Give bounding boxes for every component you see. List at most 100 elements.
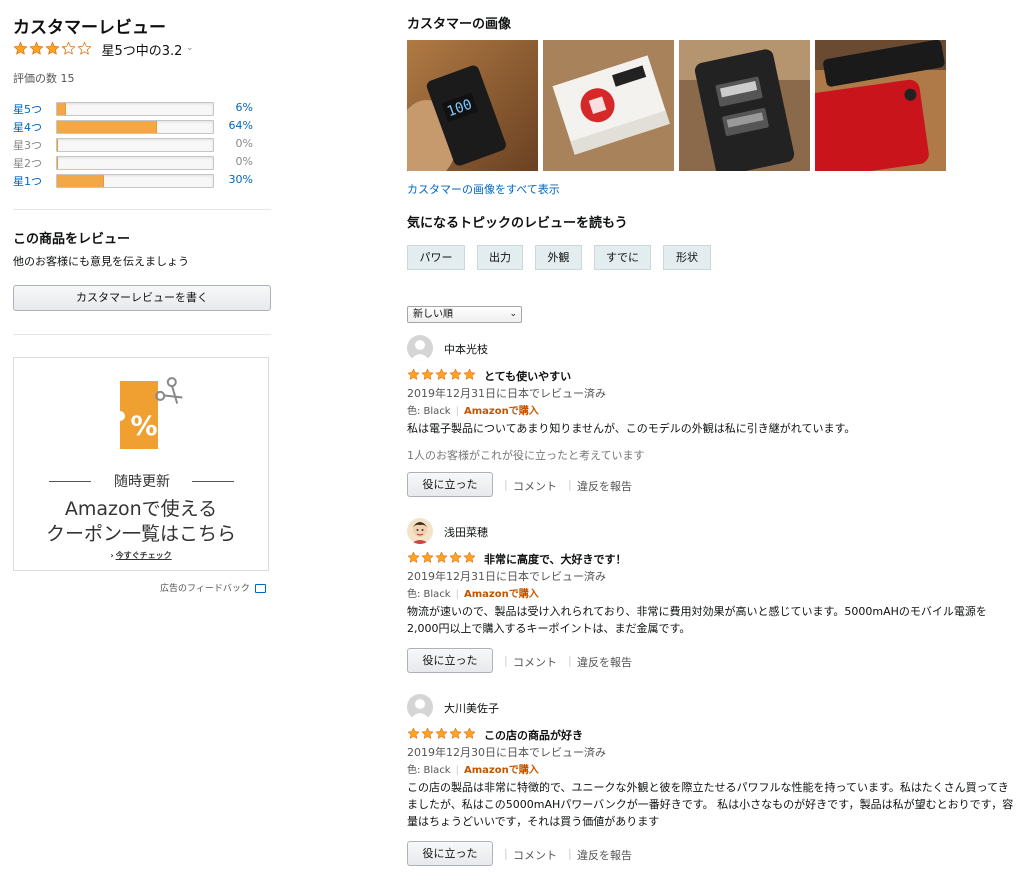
variant-color: 色: Black (407, 406, 451, 417)
histogram-label: 星2つ (13, 157, 42, 170)
star-icon (463, 551, 476, 563)
ad-feedback-link[interactable]: 広告のフィードバック (160, 581, 266, 594)
histogram-bar (56, 138, 214, 152)
review-this-product-heading: この商品をレビュー (13, 232, 131, 247)
star-icon (421, 727, 434, 739)
histogram-bar[interactable] (56, 174, 214, 188)
comment-link[interactable]: コメント (513, 654, 557, 670)
star-icon (29, 41, 44, 55)
review-body: この店の製品は非常に特徴的で、ユニークな外観と彼を際立たせるパワフルな性能を持っ… (407, 781, 1014, 828)
write-review-button[interactable]: カスタマーレビューを書く (13, 285, 271, 311)
sort-select[interactable]: 新しい順 ⌄ (407, 306, 522, 323)
review-prompt-subtitle: 他のお客様にも意見を伝えましょう (13, 255, 189, 268)
customer-image-3[interactable] (679, 40, 810, 171)
review-title[interactable]: とても使いやすい (484, 370, 571, 383)
topic-chip-shape[interactable]: 形状 (663, 245, 711, 270)
ad-cta-link[interactable]: › 今すぐチェック (14, 550, 268, 561)
histogram-row[interactable]: 星5つ 6% (13, 101, 271, 117)
chevron-down-icon[interactable]: ⌄ (186, 43, 194, 53)
coupon-ad[interactable]: % 随時更新 Amazonで使える クーポン一覧はこちら › 今すぐチェック (13, 357, 269, 571)
histogram-label[interactable]: 星5つ (13, 101, 53, 117)
histogram-percent[interactable]: 64% (218, 119, 253, 132)
histogram-row: 星2つ 0% (13, 155, 271, 170)
topic-chip-appearance[interactable]: 外観 (535, 245, 582, 270)
star-icon (435, 551, 448, 563)
topic-chip-output[interactable]: 出力 (477, 245, 523, 270)
avatar[interactable] (407, 694, 433, 720)
verified-purchase-badge: Amazonで購入 (463, 765, 539, 776)
report-abuse-link[interactable]: 違反を報告 (577, 478, 632, 494)
see-all-images-link[interactable]: カスタマーの画像をすべて表示 (407, 181, 560, 197)
comment-link[interactable]: コメント (513, 478, 557, 494)
avatar[interactable] (407, 518, 433, 544)
topic-chip-already[interactable]: すでに (594, 245, 651, 270)
review: 浅田菜穂 非常に高度で、大好きです！ 2019年12月31日に日本でレビュー済み… (407, 518, 1017, 678)
review-stars (407, 368, 476, 381)
reviewer-name[interactable]: 中本光枝 (444, 341, 488, 357)
review-stars (407, 727, 476, 740)
avatar[interactable] (407, 335, 433, 361)
star-icon (435, 727, 448, 739)
customer-image-2[interactable] (543, 40, 674, 171)
customer-image-1[interactable]: 100 (407, 40, 538, 171)
reviewer-name[interactable]: 浅田菜穂 (444, 524, 488, 540)
helpful-button[interactable]: 役に立った (407, 841, 493, 866)
divider (49, 481, 91, 482)
histogram-row[interactable]: 星4つ 64% (13, 119, 271, 135)
verified-purchase-badge: Amazonで購入 (463, 406, 539, 417)
variant-color: 色: Black (407, 765, 451, 776)
divider (192, 481, 234, 482)
chevron-down-icon: ⌄ (509, 309, 517, 319)
report-abuse-link[interactable]: 違反を報告 (577, 654, 632, 670)
star-icon (463, 368, 476, 380)
histogram-label[interactable]: 星1つ (13, 173, 53, 189)
star-icon (13, 41, 28, 55)
overall-rating[interactable]: 星5つ中の3.2 ⌄ (13, 41, 194, 59)
histogram-label[interactable]: 星4つ (13, 119, 53, 135)
histogram-percent[interactable]: 30% (218, 173, 253, 186)
speech-bubble-icon (254, 584, 266, 593)
review-title[interactable]: 非常に高度で、大好きです！ (484, 553, 627, 566)
helpful-count: 1人のお客様がこれが役に立ったと考えています (407, 449, 645, 462)
divider (13, 334, 271, 335)
review-meta: 色: Black | Amazonで購入 (407, 589, 539, 600)
review-meta: 色: Black | Amazonで購入 (407, 765, 539, 776)
star-icon (61, 41, 76, 55)
review-date: 2019年12月31日に日本でレビュー済み (407, 387, 606, 400)
star-icon (407, 551, 420, 563)
histogram-row[interactable]: 星1つ 30% (13, 173, 271, 189)
histogram-bar[interactable] (56, 102, 214, 116)
comment-link[interactable]: コメント (513, 847, 557, 863)
histogram-bar[interactable] (56, 120, 214, 134)
star-icon (407, 368, 420, 380)
star-icon (435, 368, 448, 380)
star-icon (449, 368, 462, 380)
histogram-label: 星3つ (13, 139, 42, 152)
sort-select-value: 新しい順 (413, 309, 453, 320)
review-meta: 色: Black | Amazonで購入 (407, 406, 539, 417)
customer-image-4[interactable] (815, 40, 946, 171)
rating-text: 星5つ中の3.2 (101, 44, 183, 59)
rating-histogram: 星5つ 6% 星4つ 64% 星3つ 0% 星2つ 0% 星1つ 30% (13, 101, 271, 191)
star-icon (463, 727, 476, 739)
customer-reviews-heading: カスタマーレビュー (13, 18, 166, 38)
ad-line1: Amazonで使える (64, 498, 218, 520)
star-icon (449, 551, 462, 563)
review-header: とても使いやすい (407, 368, 571, 384)
overall-stars (13, 41, 92, 56)
histogram-percent[interactable]: 6% (218, 101, 253, 114)
helpful-button[interactable]: 役に立った (407, 648, 493, 673)
topic-chip-power[interactable]: パワー (407, 245, 465, 270)
review-title[interactable]: この店の商品が好き (484, 729, 583, 742)
helpful-button[interactable]: 役に立った (407, 472, 493, 497)
ad-subtitle: 随時更新 (114, 474, 170, 490)
report-abuse-link[interactable]: 違反を報告 (577, 847, 632, 863)
variant-color: 色: Black (407, 589, 451, 600)
star-icon (45, 41, 60, 55)
star-icon (407, 727, 420, 739)
histogram-percent: 0% (235, 137, 253, 150)
star-icon (421, 368, 434, 380)
review-body: 私は電子製品についてあまり知りませんが、このモデルの外観は私に引き継がれています… (407, 422, 856, 435)
review-header: この店の商品が好き (407, 727, 583, 743)
reviewer-name[interactable]: 大川美佐子 (444, 700, 499, 716)
